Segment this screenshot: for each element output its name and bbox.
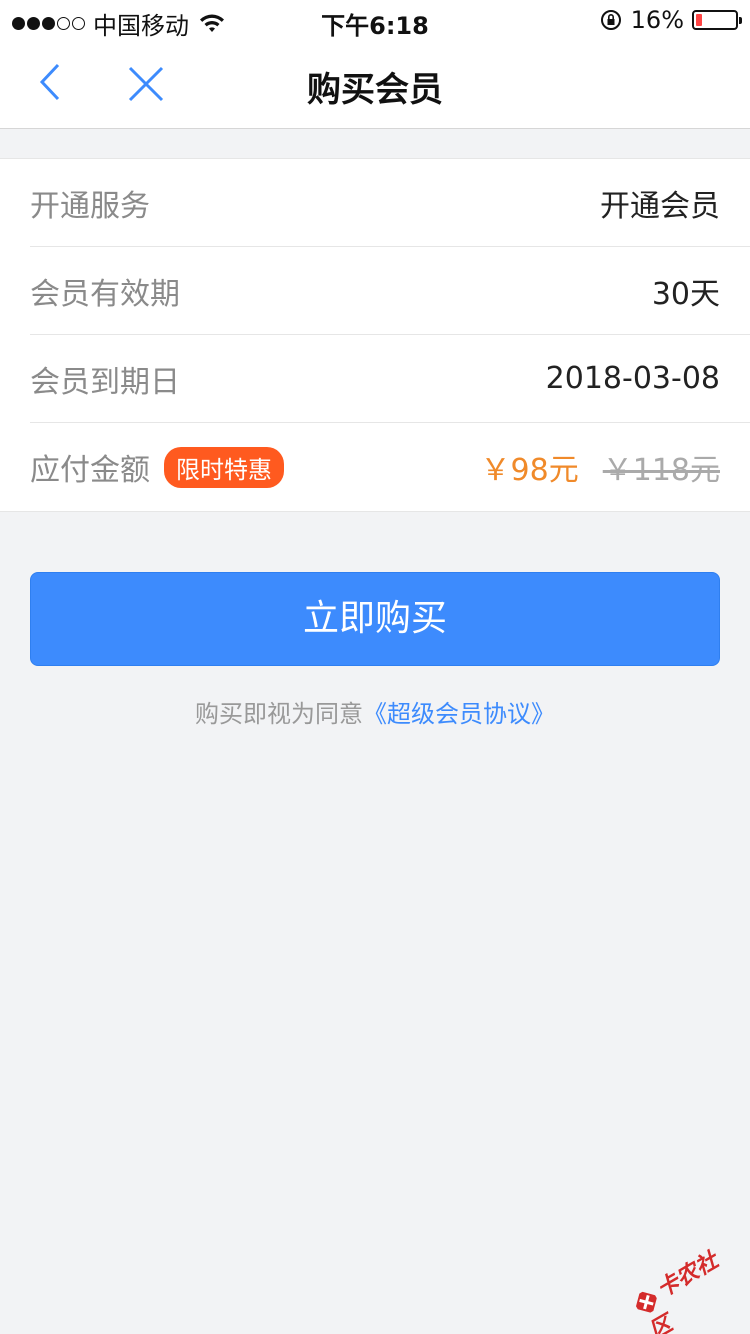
promo-badge: 限时特惠	[164, 446, 284, 488]
current-price: ￥98元	[480, 453, 579, 488]
battery-percent: 16%	[630, 6, 684, 34]
service-value: 开通会员	[600, 188, 720, 224]
validity-label: 会员有效期	[30, 276, 180, 312]
watermark-logo: 卡农社区	[626, 1235, 750, 1334]
expiry-label: 会员到期日	[30, 364, 180, 400]
page-title: 购买会员	[307, 70, 443, 110]
status-right: 16%	[599, 6, 742, 34]
nav-bar: 购买会员	[0, 40, 750, 129]
row-amount: 应付金额 限时特惠 ￥98元 ￥118元	[30, 423, 750, 511]
row-service: 开通服务 开通会员	[30, 159, 750, 247]
battery-icon	[692, 10, 742, 30]
row-expiry: 会员到期日 2018-03-08	[30, 335, 750, 423]
rotation-lock-icon	[600, 10, 621, 30]
validity-value: 30天	[651, 276, 720, 312]
agreement-text: 购买即视为同意《超级会员协议》	[0, 694, 750, 729]
watermark-text: 卡农社区	[645, 1248, 723, 1334]
service-label: 开通服务	[30, 188, 150, 224]
agreement-link[interactable]: 《超级会员协议》	[363, 700, 555, 728]
battery-fill	[696, 14, 703, 26]
amount-label-wrap: 应付金额 限时特惠	[30, 445, 284, 489]
buy-now-button[interactable]: 立即购买	[30, 572, 720, 666]
row-validity: 会员有效期 30天	[30, 247, 750, 335]
order-info-card: 开通服务 开通会员 会员有效期 30天 会员到期日 2018-03-08 应付金…	[0, 158, 750, 512]
amount-label: 应付金额	[30, 453, 150, 488]
status-bar: 中国移动 下午6:18 16%	[0, 0, 750, 40]
price-group: ￥98元 ￥118元	[481, 445, 720, 489]
original-price: ￥118元	[602, 453, 720, 488]
logo-icon	[635, 1290, 658, 1313]
expiry-value: 2018-03-08	[545, 361, 720, 396]
agreement-prefix: 购买即视为同意	[195, 700, 363, 728]
